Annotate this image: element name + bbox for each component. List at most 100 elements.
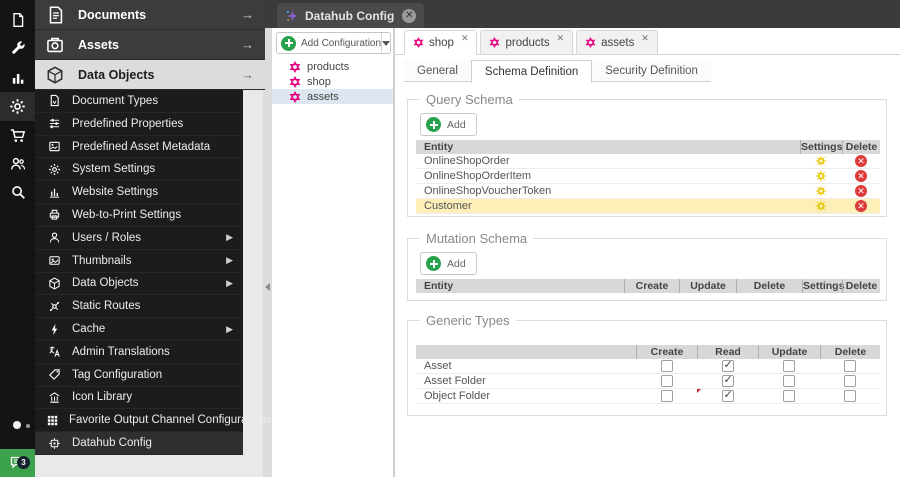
tab-assets[interactable]: assets ✕ — [576, 30, 658, 55]
menu-item-tag-configuration[interactable]: Tag Configuration — [35, 364, 243, 387]
mutation-add-button[interactable]: Add — [420, 252, 477, 275]
read-checkbox[interactable] — [721, 358, 734, 372]
menu-item-predefined-properties[interactable]: Predefined Properties — [35, 113, 243, 136]
subtab-general[interactable]: General — [404, 60, 471, 82]
menu-item-document-types[interactable]: Document Types — [35, 90, 243, 113]
cube-icon — [46, 65, 66, 84]
read-checkbox[interactable] — [721, 388, 734, 402]
notifications-button[interactable]: 3 — [0, 449, 35, 477]
settings-gear-icon — [815, 185, 827, 197]
create-checkbox[interactable] — [660, 360, 673, 372]
menu-item-web-to-print[interactable]: Web-to-Print Settings — [35, 204, 243, 227]
perspective-dots[interactable] — [0, 418, 35, 432]
hexagram-icon — [585, 37, 596, 48]
menu-item-users-roles[interactable]: Users / Roles ▶ — [35, 227, 243, 250]
ecommerce-cart-icon[interactable] — [0, 121, 35, 150]
add-configuration-button[interactable]: Add Configuration — [276, 32, 391, 54]
read-checkbox[interactable] — [721, 373, 734, 387]
config-tabs: shop ✕ products ✕ assets ✕ — [404, 30, 658, 55]
plus-icon — [426, 256, 441, 271]
query-add-button[interactable]: Add — [420, 113, 477, 136]
hexagram-icon — [490, 37, 500, 48]
workspace-tab-datahub[interactable]: Datahub Config ✕ — [277, 3, 425, 28]
plus-icon — [426, 117, 441, 132]
menu-item-thumbnails[interactable]: Thumbnails ▶ — [35, 250, 243, 273]
chip-icon — [46, 437, 62, 450]
tag-icon — [46, 368, 62, 381]
close-icon[interactable]: ✕ — [402, 8, 417, 23]
configuration-tree: products shop assets — [272, 59, 393, 104]
document-type-icon — [46, 94, 62, 107]
section-label: Assets — [78, 37, 119, 52]
create-checkbox[interactable] — [660, 390, 673, 402]
menu-item-admin-translations[interactable]: Admin Translations — [35, 341, 243, 364]
update-checkbox[interactable] — [783, 375, 795, 387]
documents-icon[interactable] — [0, 5, 35, 34]
pimcore-admin: Datahub Config ✕ 3 Documents → Assets → … — [0, 0, 900, 477]
row-settings-button[interactable] — [800, 169, 842, 184]
table-row-selected[interactable]: Customer ✕ — [416, 199, 880, 214]
row-settings-button[interactable] — [800, 154, 842, 169]
delete-checkbox[interactable] — [844, 375, 856, 387]
fieldset-legend: Mutation Schema — [420, 231, 534, 246]
menu-item-data-objects[interactable]: Data Objects ▶ — [35, 273, 243, 296]
users-icon[interactable] — [0, 149, 35, 178]
menu-item-static-routes[interactable]: Static Routes — [35, 295, 243, 319]
sidebar-section-data-objects[interactable]: Data Objects → — [35, 60, 265, 90]
menu-item-icon-library[interactable]: Icon Library — [35, 387, 243, 410]
close-icon[interactable]: ✕ — [641, 33, 649, 44]
row-settings-button[interactable] — [800, 199, 842, 214]
table-row[interactable]: OnlineShopOrder ✕ — [416, 154, 880, 169]
row-delete-button[interactable]: ✕ — [842, 199, 880, 214]
create-checkbox[interactable] — [660, 375, 673, 387]
hexagram-icon — [289, 75, 301, 88]
sidebar-section-documents[interactable]: Documents → — [35, 0, 265, 30]
close-icon[interactable]: ✕ — [461, 33, 469, 44]
reports-icon[interactable] — [0, 63, 35, 92]
table-row[interactable]: Asset — [416, 358, 880, 374]
delete-icon: ✕ — [855, 155, 867, 167]
delete-checkbox[interactable] — [844, 390, 856, 402]
chevron-right-icon: ▶ — [226, 232, 233, 243]
update-checkbox[interactable] — [783, 360, 795, 372]
close-icon[interactable]: ✕ — [557, 33, 565, 44]
row-delete-button[interactable]: ✕ — [842, 184, 880, 199]
update-checkbox[interactable] — [783, 390, 795, 402]
tab-products[interactable]: products ✕ — [480, 30, 574, 55]
printer-icon — [46, 208, 62, 221]
tab-shop[interactable]: shop ✕ — [404, 30, 478, 55]
menu-item-datahub-config[interactable]: Datahub Config — [35, 432, 243, 455]
menu-item-favorite-output-channels[interactable]: Favorite Output Channel Configurations — [35, 409, 272, 433]
panel-splitter[interactable] — [263, 28, 272, 477]
left-icon-bar — [0, 0, 35, 477]
settings-icon[interactable] — [0, 92, 35, 121]
tree-item-shop[interactable]: shop — [272, 74, 393, 89]
collapse-left-icon[interactable] — [265, 283, 270, 291]
add-configuration-dropdown[interactable] — [381, 33, 391, 53]
menu-item-cache[interactable]: Cache ▶ — [35, 318, 243, 341]
menu-item-website-settings[interactable]: Website Settings — [35, 181, 243, 205]
row-settings-button[interactable] — [800, 184, 842, 199]
arrow-right-icon: → — [241, 67, 254, 82]
row-delete-button[interactable]: ✕ — [842, 169, 880, 184]
search-icon[interactable] — [0, 177, 35, 206]
delete-checkbox[interactable] — [844, 360, 856, 372]
menu-item-predefined-asset-metadata[interactable]: Predefined Asset Metadata — [35, 136, 243, 159]
notification-count-badge: 3 — [17, 456, 30, 469]
table-row[interactable]: Asset Folder — [416, 373, 880, 389]
bank-icon — [46, 391, 62, 404]
menu-item-system-settings[interactable]: System Settings — [35, 158, 243, 182]
sidebar-section-assets[interactable]: Assets → — [35, 30, 265, 60]
table-row[interactable]: OnlineShopOrderItem ✕ — [416, 169, 880, 184]
subtab-schema-definition[interactable]: Schema Definition — [470, 60, 593, 83]
settings-submenu: Document Types Predefined Properties Pre… — [35, 90, 272, 455]
tree-item-products[interactable]: products — [272, 59, 393, 74]
delete-icon: ✕ — [855, 170, 867, 182]
row-delete-button[interactable]: ✕ — [842, 154, 880, 169]
table-row[interactable]: Object Folder — [416, 388, 880, 404]
subtab-security-definition[interactable]: Security Definition — [592, 60, 711, 82]
tools-icon[interactable] — [0, 34, 35, 63]
table-row[interactable]: OnlineShopVoucherToken ✕ — [416, 184, 880, 199]
routes-icon — [46, 300, 62, 313]
tree-item-assets[interactable]: assets — [272, 89, 393, 104]
